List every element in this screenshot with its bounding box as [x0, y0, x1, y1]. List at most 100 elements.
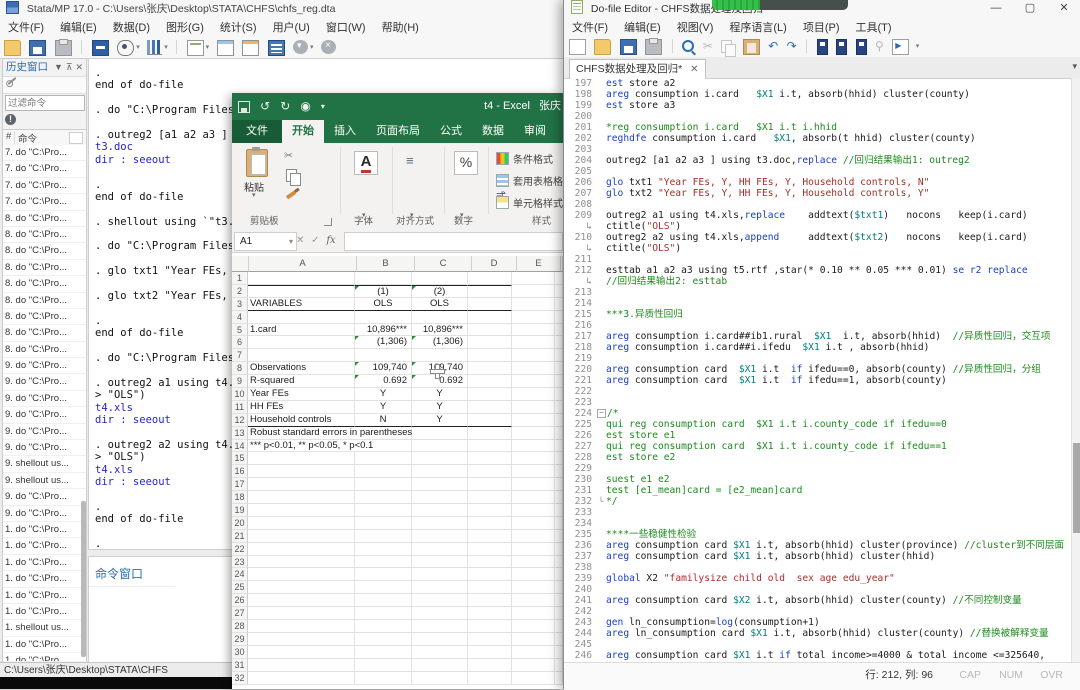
fold-open-icon[interactable]: −: [597, 409, 606, 418]
cell-C22[interactable]: [412, 543, 468, 556]
history-row[interactable]: 9. shellout us...: [3, 473, 86, 489]
menu-item[interactable]: 帮助(H): [374, 19, 427, 38]
row-header[interactable]: 12: [232, 414, 248, 427]
ribbon-tab-公式[interactable]: 公式: [430, 120, 472, 143]
cell-A3[interactable]: VARIABLES: [248, 298, 355, 311]
cell-D11[interactable]: [468, 401, 512, 414]
paste-dropdown-icon[interactable]: ▾: [252, 191, 256, 199]
cell-C25[interactable]: [412, 581, 468, 594]
history-row[interactable]: 1. do "C:\Pro...: [3, 538, 86, 554]
cell-C21[interactable]: [412, 530, 468, 543]
history-row[interactable]: 1. shellout us...: [3, 620, 86, 636]
cell-C20[interactable]: [412, 517, 468, 530]
cell-D30[interactable]: [468, 646, 512, 659]
cell-A11[interactable]: HH FEs: [248, 401, 355, 414]
history-row[interactable]: 9. do "C:\Pro...: [3, 358, 86, 374]
cell-C24[interactable]: [412, 568, 468, 581]
row-header[interactable]: 30: [232, 646, 248, 659]
fold-end-icon[interactable]: └: [596, 496, 606, 507]
row-header[interactable]: 6: [232, 336, 248, 349]
cell-B26[interactable]: [355, 594, 412, 607]
cell-A20[interactable]: [248, 517, 355, 530]
column-hash[interactable]: #: [6, 131, 11, 142]
minimize-icon[interactable]: —: [979, 0, 1013, 19]
print-do-file-icon[interactable]: [645, 39, 662, 55]
code-lines[interactable]: 197est store a2198areg consumption i.car…: [564, 78, 1072, 662]
dofile-editor-icon[interactable]: [187, 40, 204, 56]
menu-item[interactable]: 统计(S): [212, 19, 265, 38]
more-dropdown-icon[interactable]: ▾: [310, 43, 314, 51]
editor-scrollbar[interactable]: [1071, 78, 1080, 662]
cell-E9[interactable]: [512, 375, 555, 388]
ribbon-tab-审阅[interactable]: 审阅: [514, 120, 556, 143]
menu-item[interactable]: 窗口(W): [318, 19, 374, 38]
cell-A15[interactable]: [248, 452, 355, 465]
cell-A24[interactable]: [248, 568, 355, 581]
cell-B25[interactable]: [355, 581, 412, 594]
menu-item[interactable]: 工具(T): [848, 19, 900, 38]
cell-D24[interactable]: [468, 568, 512, 581]
menu-item[interactable]: 编辑(E): [52, 19, 105, 38]
close-icon[interactable]: ✕: [1047, 0, 1080, 19]
history-row[interactable]: 8. do "C:\Pro...: [3, 227, 86, 243]
panel-close-icon[interactable]: ✕: [75, 59, 83, 76]
cell-D26[interactable]: [468, 594, 512, 607]
cell-A1[interactable]: [248, 272, 355, 285]
row-header[interactable]: 15: [232, 452, 248, 465]
cut-icon[interactable]: ✂: [284, 149, 293, 162]
row-header[interactable]: 14: [232, 440, 248, 453]
cell-C23[interactable]: [412, 556, 468, 569]
column-command[interactable]: 命令: [14, 131, 37, 144]
excel-save-icon[interactable]: [238, 101, 250, 113]
clipboard-dialog-launcher-icon[interactable]: [324, 218, 332, 226]
cell-D16[interactable]: [468, 465, 512, 478]
dofile-dropdown-icon[interactable]: ▾: [206, 43, 210, 51]
cell-A32[interactable]: [248, 672, 355, 685]
cell-B6[interactable]: (1,306): [355, 336, 412, 349]
run-quietly-icon[interactable]: ⚲: [875, 39, 884, 53]
cell-D29[interactable]: [468, 633, 512, 646]
number-dropdown-icon[interactable]: ▾: [460, 211, 464, 219]
cell-D12[interactable]: [468, 414, 512, 427]
cell-E10[interactable]: [512, 388, 555, 401]
history-row[interactable]: 7. do "C:\Pro...: [3, 194, 86, 210]
cell-C5[interactable]: 10,896***: [412, 324, 468, 337]
cell-B2[interactable]: (1): [355, 285, 412, 298]
cell-E26[interactable]: [512, 594, 555, 607]
break-icon[interactable]: [321, 40, 336, 54]
cell-B32[interactable]: [355, 672, 412, 685]
history-row[interactable]: 8. do "C:\Pro...: [3, 276, 86, 292]
more-icon[interactable]: [293, 40, 308, 54]
cell-E23[interactable]: [512, 556, 555, 569]
column-header-E[interactable]: E: [517, 256, 561, 272]
tab-close-icon[interactable]: ✕: [690, 64, 698, 75]
row-header[interactable]: 24: [232, 568, 248, 581]
redo-icon[interactable]: ↷: [787, 39, 797, 53]
cell-E1[interactable]: [512, 272, 555, 285]
cell-A14[interactable]: *** p<0.01, ** p<0.05, * p<0.1: [248, 440, 355, 453]
menu-item[interactable]: 文件(F): [564, 19, 616, 38]
cell-C13[interactable]: [412, 427, 468, 440]
log-icon[interactable]: [92, 40, 109, 56]
cell-D14[interactable]: [468, 440, 512, 453]
cell-B29[interactable]: [355, 633, 412, 646]
cell-E13[interactable]: [512, 427, 555, 440]
viewer-icon[interactable]: [117, 40, 134, 56]
cell-A29[interactable]: [248, 633, 355, 646]
history-row[interactable]: 8. do "C:\Pro...: [3, 342, 86, 358]
save-do-file-icon[interactable]: [620, 39, 637, 55]
row-header[interactable]: 21: [232, 530, 248, 543]
row-header[interactable]: 10: [232, 388, 248, 401]
cell-D27[interactable]: [468, 607, 512, 620]
history-row[interactable]: 7. do "C:\Pro...: [3, 161, 86, 177]
cell-B23[interactable]: [355, 556, 412, 569]
cell-B4[interactable]: [355, 311, 412, 324]
cell-A5[interactable]: 1.card: [248, 324, 355, 337]
cell-A17[interactable]: [248, 478, 355, 491]
cell-B27[interactable]: [355, 607, 412, 620]
cell-A6[interactable]: [248, 336, 355, 349]
graph-dropdown-icon[interactable]: ▾: [164, 43, 168, 51]
cell-E8[interactable]: [512, 362, 555, 375]
cell-E32[interactable]: [512, 672, 555, 685]
cell-B21[interactable]: [355, 530, 412, 543]
